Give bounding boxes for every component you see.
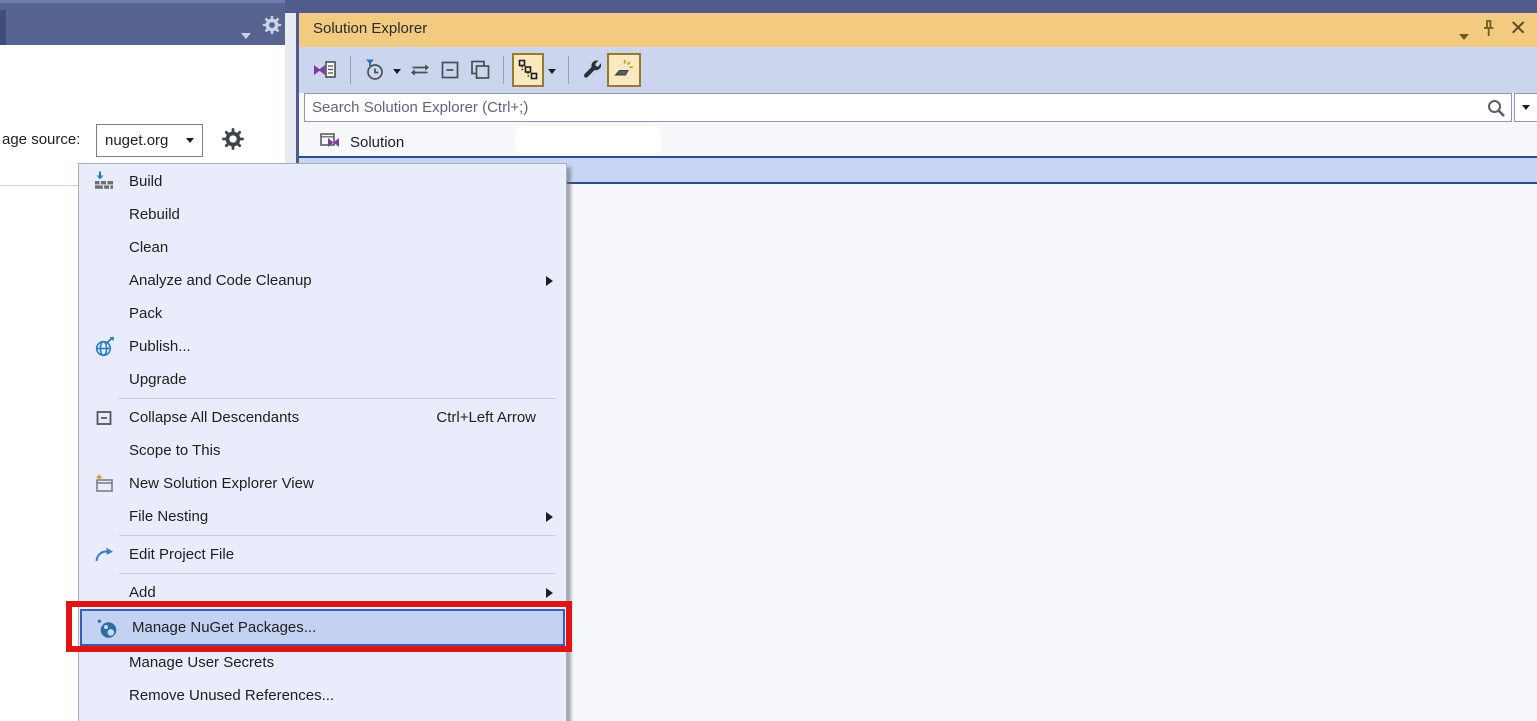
window-position-chevron-icon[interactable] <box>1459 27 1469 45</box>
toolbar-separator <box>568 56 569 84</box>
package-source-label: age source: <box>2 131 80 148</box>
solution-explorer-toolbar <box>299 47 1537 93</box>
submenu-arrow-icon <box>546 588 553 598</box>
redacted-solution-name <box>515 126 661 156</box>
search-input[interactable] <box>304 93 1512 122</box>
project-context-menu: Build Rebuild Clean Analyze and Code Cle… <box>78 163 567 721</box>
solution-icon <box>319 130 341 154</box>
menu-item-publish[interactable]: Publish... <box>79 330 566 363</box>
menu-item-manage-user-secrets[interactable]: Manage User Secrets <box>79 646 566 679</box>
nesting-dropdown-chevron-icon[interactable] <box>548 61 556 79</box>
switch-views-icon[interactable] <box>309 53 342 87</box>
search-row <box>299 93 1537 124</box>
tree-item-label: Solution <box>350 134 404 151</box>
pane-chevron-down-icon[interactable] <box>241 26 251 44</box>
edit-project-file-icon <box>79 544 129 566</box>
menu-item-rebuild[interactable]: Rebuild <box>79 198 566 231</box>
toolbar-separator <box>503 56 504 84</box>
chevron-down-icon <box>186 138 194 143</box>
close-icon[interactable]: ✕ <box>1509 16 1527 42</box>
search-options-button[interactable] <box>1514 93 1537 122</box>
menu-item-upgrade[interactable]: Upgrade <box>79 363 566 396</box>
package-source-dropdown[interactable]: nuget.org <box>96 124 203 157</box>
publish-globe-icon <box>79 336 129 358</box>
selected-tab-edge <box>0 10 6 45</box>
collapse-all-icon <box>79 407 129 429</box>
nuget-icon <box>82 617 132 639</box>
menu-item-remove-unused-references[interactable]: Remove Unused References... <box>79 679 566 712</box>
preview-selected-items-toggle-icon[interactable] <box>607 53 641 87</box>
menu-item-pack[interactable]: Pack <box>79 297 566 330</box>
search-icon <box>1485 97 1507 124</box>
panel-title: Solution Explorer <box>313 20 427 37</box>
build-icon <box>79 171 129 193</box>
sync-with-active-document-icon[interactable] <box>405 53 435 87</box>
toolbar-separator <box>350 56 351 84</box>
pending-changes-filter-icon[interactable] <box>359 53 389 87</box>
menu-separator <box>119 398 556 399</box>
package-source-settings-gear-icon[interactable] <box>220 126 246 157</box>
submenu-arrow-icon <box>546 276 553 286</box>
solution-explorer-titlebar: Solution Explorer ✕ <box>299 13 1537 47</box>
new-view-icon <box>79 473 129 495</box>
menu-separator <box>119 573 556 574</box>
menu-item-build[interactable]: Build <box>79 165 566 198</box>
menu-item-collapse-all-descendants[interactable]: Collapse All Descendants Ctrl+Left Arrow <box>79 401 566 434</box>
vs-window: age source: nuget.org Solution Explorer <box>0 0 1537 721</box>
menu-item-edit-project-file[interactable]: Edit Project File <box>79 538 566 571</box>
menu-item-file-nesting[interactable]: File Nesting <box>79 500 566 533</box>
tree-item-solution[interactable]: Solution <box>299 127 404 157</box>
menu-item-scope-to-this[interactable]: Scope to This <box>79 434 566 467</box>
pane-gear-icon[interactable] <box>261 14 283 41</box>
filter-dropdown-chevron-icon[interactable] <box>393 61 401 79</box>
tab-strip-underline <box>0 185 78 186</box>
file-nesting-toggle-icon[interactable] <box>512 53 544 87</box>
pin-icon[interactable] <box>1477 18 1499 42</box>
menu-item-new-solution-explorer-view[interactable]: New Solution Explorer View <box>79 467 566 500</box>
preview-all-documents-icon[interactable] <box>465 53 495 87</box>
submenu-arrow-icon <box>546 512 553 522</box>
menu-item-add[interactable]: Add <box>79 576 566 609</box>
left-pane-titlebar <box>0 0 285 45</box>
menu-item-manage-nuget-packages[interactable]: Manage NuGet Packages... <box>80 609 565 646</box>
properties-wrench-icon[interactable] <box>577 53 607 87</box>
shortcut-label: Ctrl+Left Arrow <box>436 409 536 426</box>
menu-item-clean[interactable]: Clean <box>79 231 566 264</box>
collapse-all-icon[interactable] <box>435 53 465 87</box>
menu-item-analyze-and-code-cleanup[interactable]: Analyze and Code Cleanup <box>79 264 566 297</box>
package-source-value: nuget.org <box>105 132 168 149</box>
menu-separator <box>119 535 556 536</box>
